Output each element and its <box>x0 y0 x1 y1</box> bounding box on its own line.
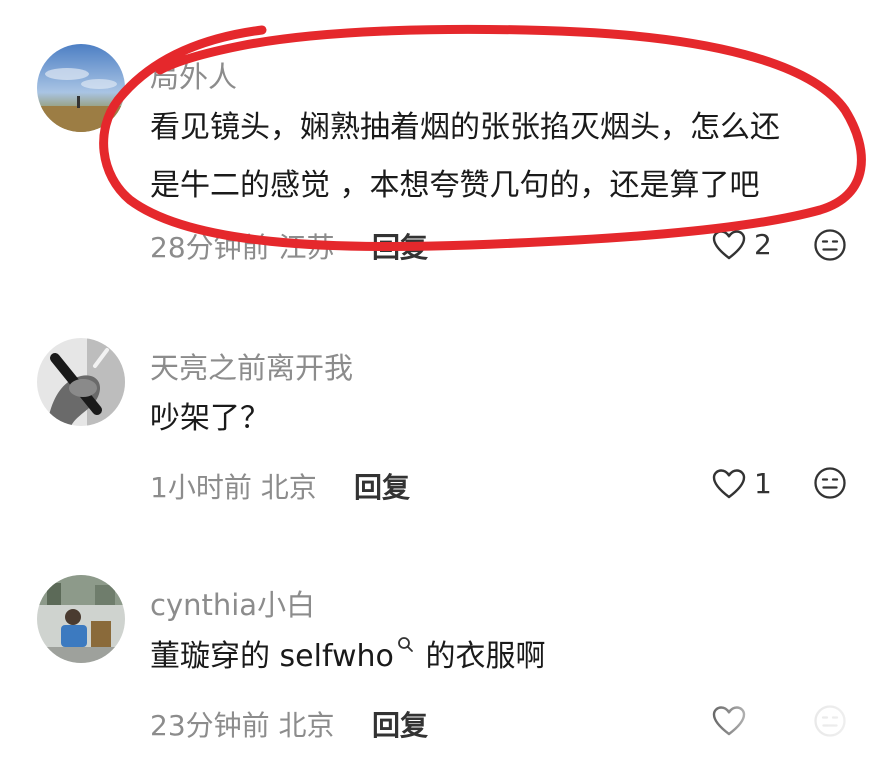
comment-time: 23分钟前 <box>150 709 270 742</box>
meh-face-icon <box>814 705 846 737</box>
comment-text-line: 吵架了？ <box>150 401 270 436</box>
reply-button[interactable]: 回复 <box>372 226 428 266</box>
comment-location: 江苏 <box>278 231 335 264</box>
comment-text-segment: 董璇穿的 selfwho <box>150 639 394 674</box>
comment-time: 28分钟前 <box>150 231 270 264</box>
heart-outline-icon <box>712 229 746 259</box>
dislike-button[interactable] <box>813 466 847 500</box>
comment-location: 北京 <box>278 709 335 742</box>
meh-face-icon <box>814 467 846 499</box>
comment-username[interactable]: cynthia小白 <box>150 582 315 624</box>
like-button[interactable]: 1 <box>712 467 772 500</box>
avatar-image-sky-field <box>37 44 125 132</box>
comment-time: 1小时前 <box>150 471 252 504</box>
comment-text-line: 是牛二的感觉 ，本想夸赞几句的，还是算了吧 <box>150 168 760 203</box>
comment-text-line: 看见镜头，娴熟抽着烟的张张掐灭烟头，怎么还 <box>150 110 780 145</box>
search-icon[interactable] <box>396 635 416 655</box>
like-count: 1 <box>754 467 772 500</box>
comment-text: 看见镜头，娴熟抽着烟的张张掐灭烟头，怎么还 是牛二的感觉 ，本想夸赞几句的，还是… <box>150 99 850 215</box>
comment-meta: 28分钟前 江苏 <box>150 226 335 266</box>
dislike-button[interactable] <box>813 704 847 738</box>
comment-location: 北京 <box>260 471 317 504</box>
like-button[interactable]: 2 <box>712 228 772 261</box>
like-button[interactable] <box>712 705 746 737</box>
comment-meta: 23分钟前 北京 <box>150 704 335 744</box>
avatar[interactable] <box>37 338 125 426</box>
avatar-image-person-cafe <box>37 575 125 663</box>
avatar-image-hand-cigarette <box>37 338 125 426</box>
comment-username[interactable]: 天亮之前离开我 <box>150 345 353 387</box>
comment-text: 董璇穿的 selfwho 的衣服啊 <box>150 628 850 686</box>
comment-text-segment: 的衣服啊 <box>415 639 546 674</box>
like-count: 2 <box>754 228 772 261</box>
meh-face-icon <box>814 229 846 261</box>
comment-meta: 1小时前 北京 <box>150 466 317 506</box>
reply-button[interactable]: 回复 <box>372 704 428 744</box>
comment-username[interactable]: 局外人 <box>150 54 237 96</box>
avatar[interactable] <box>37 44 125 132</box>
heart-outline-icon <box>712 706 746 736</box>
heart-outline-icon <box>712 468 746 498</box>
reply-button[interactable]: 回复 <box>354 466 410 506</box>
comment-text: 吵架了？ <box>150 390 850 448</box>
dislike-button[interactable] <box>813 228 847 262</box>
avatar[interactable] <box>37 575 125 663</box>
